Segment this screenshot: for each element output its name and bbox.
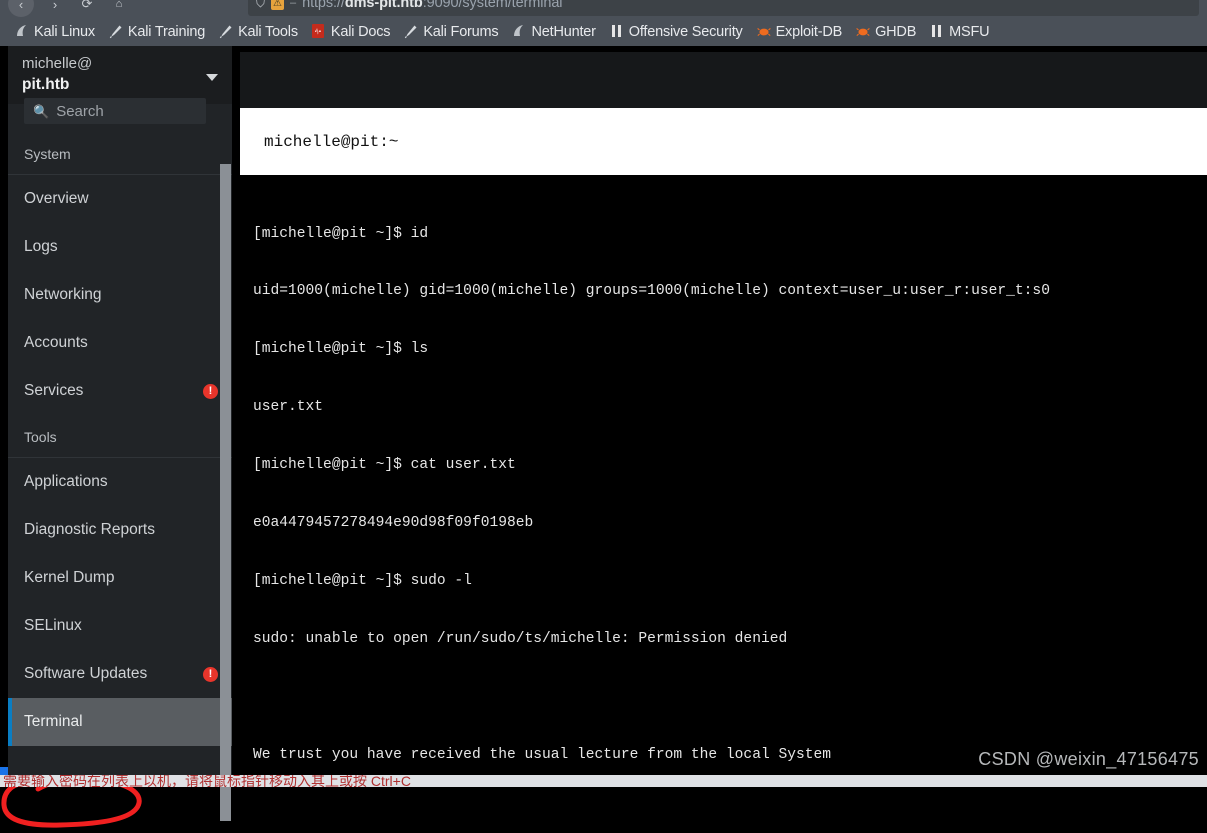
sidebar-item-networking[interactable]: Networking: [8, 271, 232, 319]
bookmark-kali-forums[interactable]: Kali Forums: [397, 20, 505, 44]
sidebar-item-kernel-dump[interactable]: Kernel Dump: [8, 554, 232, 602]
wrench-icon: [219, 24, 233, 39]
kali-dragon-icon: [512, 24, 526, 39]
sidebar-item-label: SELinux: [24, 617, 82, 635]
alert-badge-icon: !: [203, 667, 218, 682]
terminal-line: uid=1000(michelle) gid=1000(michelle) gr…: [253, 282, 1206, 301]
wrench-icon: [404, 24, 418, 39]
sidebar-item-accounts[interactable]: Accounts: [8, 319, 232, 367]
terminal-line: [michelle@pit ~]$ ls: [253, 340, 1206, 359]
sidebar-search[interactable]: 🔍 Search: [24, 98, 206, 124]
bookmark-label: Kali Forums: [423, 24, 498, 40]
sidebar-item-diagnostic-reports[interactable]: Diagnostic Reports: [8, 506, 232, 554]
kali-dragon-icon: [15, 24, 29, 39]
shield-icon: ⛉: [256, 0, 265, 11]
bookmark-exploit-db[interactable]: Exploit-DB: [750, 20, 850, 44]
bookmark-kali-tools[interactable]: Kali Tools: [212, 20, 305, 44]
offsec-pillar-icon: [930, 24, 944, 39]
sidebar-section-system: System: [8, 132, 232, 175]
sidebar-section-tools: Tools: [8, 415, 232, 458]
terminal-titlebar: michelle@pit:~: [240, 108, 1207, 175]
wrench-icon: [109, 24, 123, 39]
bookmark-nethunter[interactable]: NetHunter: [505, 20, 602, 44]
bookmark-offensive-security[interactable]: Offensive Security: [603, 20, 750, 44]
sidebar-item-overview[interactable]: Overview: [8, 175, 232, 223]
sidebar-item-label: Applications: [24, 473, 108, 491]
terminal-line: [michelle@pit ~]$ id: [253, 225, 1206, 244]
bookmark-kali-training[interactable]: Kali Training: [102, 20, 212, 44]
terminal-title: michelle@pit:~: [264, 133, 398, 151]
url-bar[interactable]: ⛉ ⚠ – https://dms-pit.htb:9090/system/te…: [248, 0, 1199, 16]
cockpit-page: michelle@ pit.htb 🔍 Search System Overvi…: [0, 46, 1207, 787]
sidebar-host-name: pit.htb: [22, 75, 206, 96]
bookmark-label: NetHunter: [531, 24, 595, 40]
content-area: michelle@pit:~ [michelle@pit ~]$ id uid=…: [232, 46, 1207, 787]
bookmark-label: Kali Docs: [331, 24, 390, 40]
terminal-line: [michelle@pit ~]$ cat user.txt: [253, 456, 1206, 475]
bookmark-label: Kali Tools: [238, 24, 298, 40]
sidebar-item-label: Logs: [24, 238, 58, 256]
sidebar-item-label: Kernel Dump: [24, 569, 114, 587]
terminal-line-user-flag: e0a4479457278494e90d98f09f0198eb: [253, 514, 1206, 533]
bookmark-ghdb[interactable]: GHDB: [849, 20, 923, 44]
bookmark-kali-docs[interactable]: Kali Docs: [305, 20, 397, 44]
sidebar-item-label: Networking: [24, 286, 102, 304]
sidebar-item-label: Software Updates: [24, 665, 147, 683]
sidebar-item-label: Accounts: [24, 334, 88, 352]
search-icon: 🔍: [33, 105, 49, 118]
sidebar-nav: System Overview Logs Networking Accounts…: [8, 132, 232, 787]
search-input[interactable]: Search: [56, 103, 104, 120]
home-icon[interactable]: ⌂: [106, 0, 132, 17]
sidebar-host-user: michelle@: [22, 54, 206, 74]
forward-icon[interactable]: ›: [42, 0, 68, 17]
bottom-left-accent: [0, 767, 8, 775]
sidebar-item-terminal[interactable]: Terminal: [8, 698, 232, 746]
url-separator: –: [290, 0, 296, 9]
sidebar-edge-strip: [0, 46, 8, 787]
sidebar-item-software-updates[interactable]: Software Updates !: [8, 650, 232, 698]
bookmark-label: Exploit-DB: [776, 24, 843, 40]
bookmarks-bar: Kali Linux Kali Training Kali Tools Kali…: [0, 17, 1207, 46]
sidebar-item-label: Diagnostic Reports: [24, 521, 155, 539]
bookmark-label: Kali Linux: [34, 24, 95, 40]
sidebar-item-label: Services: [24, 382, 83, 400]
sidebar-scrollbar[interactable]: [220, 164, 231, 821]
bookmark-msfu[interactable]: MSFU: [923, 20, 996, 44]
sidebar-item-label: Overview: [24, 190, 89, 208]
alert-badge-icon: !: [203, 384, 218, 399]
bookmark-label: Offensive Security: [629, 24, 743, 40]
back-icon[interactable]: ‹: [8, 0, 34, 17]
sidebar-item-label: Terminal: [24, 713, 83, 731]
exploit-db-bug-icon: [757, 24, 771, 39]
reload-icon[interactable]: ⟳: [74, 0, 100, 17]
kali-docs-book-icon: [312, 24, 326, 39]
url-text: https://dms-pit.htb:9090/system/terminal: [302, 0, 562, 11]
sidebar: michelle@ pit.htb 🔍 Search System Overvi…: [0, 46, 232, 787]
content-top-band: [240, 52, 1207, 108]
bookmark-label: MSFU: [949, 24, 989, 40]
sidebar-item-applications[interactable]: Applications: [8, 458, 232, 506]
sidebar-item-services[interactable]: Services !: [8, 367, 232, 415]
offsec-pillar-icon: [610, 24, 624, 39]
terminal-line: sudo: unable to open /run/sudo/ts/michel…: [253, 630, 1206, 649]
bottom-status-strip: 需要输入密码在列表上以机，请将鼠标指针移动入其上或按 Ctrl+C: [0, 775, 1207, 787]
sidebar-item-selinux[interactable]: SELinux: [8, 602, 232, 650]
warning-triangle-icon[interactable]: ⚠: [271, 0, 284, 10]
terminal-output[interactable]: [michelle@pit ~]$ id uid=1000(michelle) …: [240, 175, 1206, 787]
watermark: CSDN @weixin_47156475: [978, 749, 1199, 770]
chevron-down-icon[interactable]: [206, 74, 218, 81]
bookmark-label: Kali Training: [128, 24, 205, 40]
browser-nav-toolbar: ‹ › ⟳ ⌂ ⛉ ⚠ – https://dms-pit.htb:9090/s…: [0, 0, 1207, 17]
terminal-line: [michelle@pit ~]$ sudo -l: [253, 572, 1206, 591]
browser-chrome: ‹ › ⟳ ⌂ ⛉ ⚠ – https://dms-pit.htb:9090/s…: [0, 0, 1207, 46]
sidebar-host-switcher[interactable]: michelle@ pit.htb: [8, 46, 232, 104]
bottom-status-text: 需要输入密码在列表上以机，请将鼠标指针移动入其上或按 Ctrl+C: [3, 775, 411, 787]
terminal-line: [253, 688, 1206, 707]
bookmark-kali-linux[interactable]: Kali Linux: [8, 20, 102, 44]
exploit-db-bug-icon: [856, 24, 870, 39]
sidebar-item-logs[interactable]: Logs: [8, 223, 232, 271]
terminal-line: user.txt: [253, 398, 1206, 417]
bookmark-label: GHDB: [875, 24, 916, 40]
